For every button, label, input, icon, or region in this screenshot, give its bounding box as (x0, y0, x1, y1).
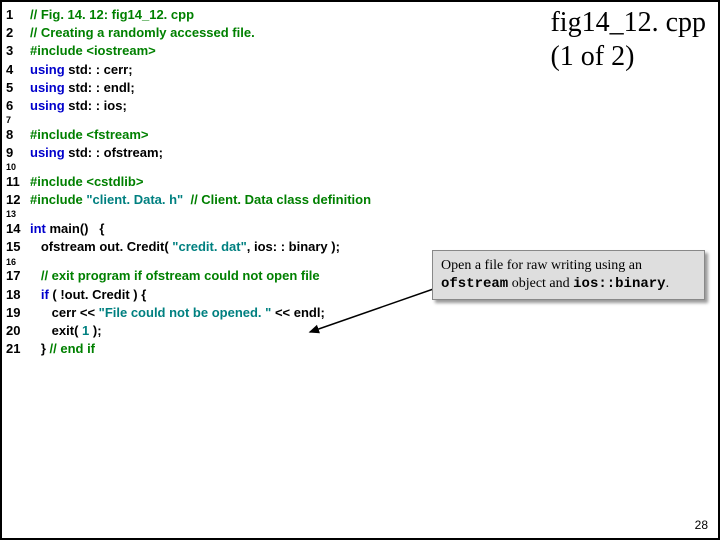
code-line: 5using std: : endl; (6, 79, 506, 97)
line-number: 8 (6, 126, 30, 144)
callout-text-c: . (666, 276, 670, 291)
line-number: 9 (6, 144, 30, 162)
line-number: 13 (6, 209, 30, 220)
code-line: 16 (6, 257, 506, 268)
page-number: 28 (695, 518, 708, 532)
line-number: 3 (6, 42, 30, 60)
code-line: 4using std: : cerr; (6, 61, 506, 79)
callout-box: Open a file for raw writing using an ofs… (432, 250, 705, 300)
line-number: 4 (6, 61, 30, 79)
line-number: 10 (6, 162, 30, 173)
line-number: 18 (6, 286, 30, 304)
line-number: 2 (6, 24, 30, 42)
slide: fig14_12. cpp (1 of 2) 1// Fig. 14. 12: … (0, 0, 720, 540)
line-number: 6 (6, 97, 30, 115)
callout-text-a: Open a file for raw writing using an (441, 258, 642, 273)
code-text: } // end if (30, 340, 506, 358)
code-text: #include <cstdlib> (30, 173, 506, 191)
code-line: 3#include <iostream> (6, 42, 506, 60)
code-line: 21 } // end if (6, 340, 506, 358)
title-line2: (1 of 2) (550, 40, 706, 74)
code-line: 10 (6, 162, 506, 173)
callout-arrow (302, 282, 452, 342)
code-text: using std: : ios; (30, 97, 506, 115)
code-text: #include <iostream> (30, 42, 506, 60)
code-line: 1// Fig. 14. 12: fig14_12. cpp (6, 6, 506, 24)
code-text: // Fig. 14. 12: fig14_12. cpp (30, 6, 506, 24)
code-line: 13 (6, 209, 506, 220)
line-number: 1 (6, 6, 30, 24)
code-line: 2// Creating a randomly accessed file. (6, 24, 506, 42)
line-number: 19 (6, 304, 30, 322)
line-number: 14 (6, 220, 30, 238)
callout-text-b: object and (508, 276, 573, 291)
code-text: int main() { (30, 220, 506, 238)
line-number: 11 (6, 173, 30, 191)
code-text: #include "client. Data. h" // Client. Da… (30, 191, 506, 209)
line-number: 21 (6, 340, 30, 358)
code-line: 7 (6, 115, 506, 126)
code-line: 12#include "client. Data. h" // Client. … (6, 191, 506, 209)
code-text: using std: : cerr; (30, 61, 506, 79)
line-number: 16 (6, 257, 30, 268)
code-text: #include <fstream> (30, 126, 506, 144)
code-line: 8#include <fstream> (6, 126, 506, 144)
line-number: 7 (6, 115, 30, 126)
title-line1: fig14_12. cpp (550, 6, 706, 40)
slide-title: fig14_12. cpp (1 of 2) (550, 6, 706, 73)
line-number: 17 (6, 267, 30, 285)
line-number: 5 (6, 79, 30, 97)
line-number: 12 (6, 191, 30, 209)
code-text: using std: : ofstream; (30, 144, 506, 162)
line-number: 15 (6, 238, 30, 256)
code-line: 9using std: : ofstream; (6, 144, 506, 162)
code-line: 11#include <cstdlib> (6, 173, 506, 191)
code-line: 14int main() { (6, 220, 506, 238)
callout-mono-1: ofstream (441, 276, 508, 292)
code-text: // Creating a randomly accessed file. (30, 24, 506, 42)
code-line: 6using std: : ios; (6, 97, 506, 115)
code-text: using std: : endl; (30, 79, 506, 97)
callout-mono-2: ios::binary (573, 276, 665, 292)
line-number: 20 (6, 322, 30, 340)
code-line: 15 ofstream out. Credit( "credit. dat", … (6, 238, 506, 256)
